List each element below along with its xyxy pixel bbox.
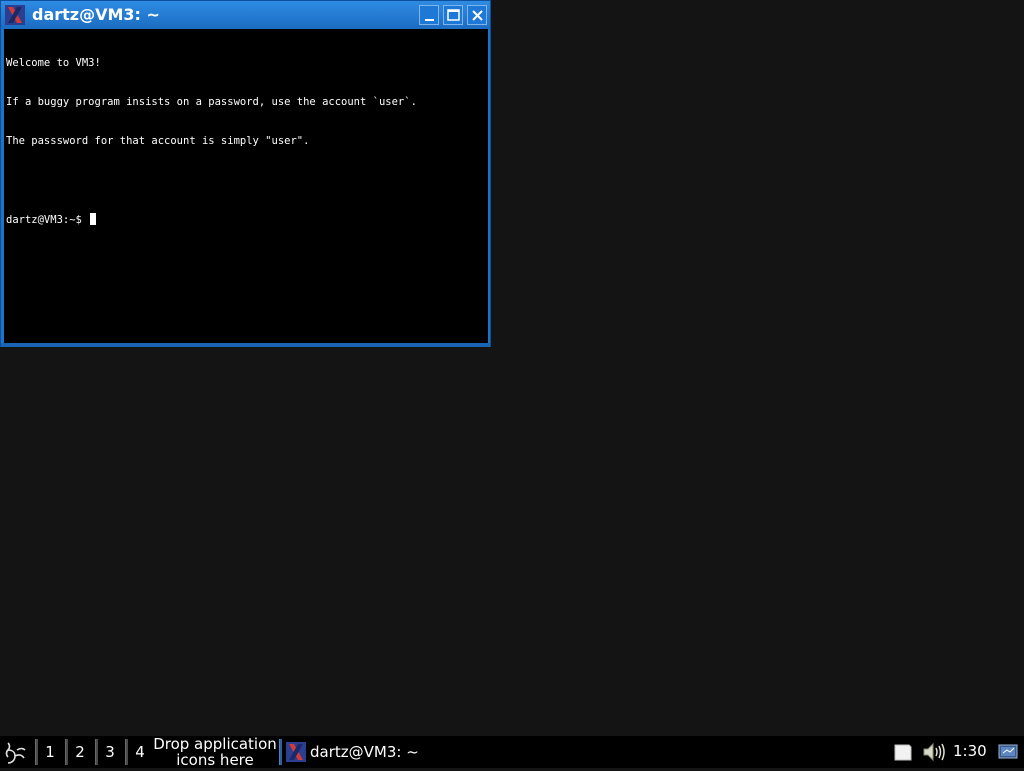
file-icon[interactable] [893, 742, 913, 762]
launcher-drop-area[interactable]: Drop application icons here [150, 736, 280, 768]
text-cursor [90, 213, 97, 225]
shell-prompt: dartz@VM3:~$ [6, 214, 89, 226]
volume-icon[interactable] [922, 741, 946, 763]
x-terminal-icon [286, 742, 306, 762]
desktop-4-button[interactable]: 4 [128, 739, 152, 765]
maximize-icon [447, 9, 460, 21]
start-menu-button[interactable] [2, 739, 30, 767]
x-terminal-icon [5, 5, 25, 25]
terminal-line: Welcome to VM3! [6, 57, 101, 69]
terminal-line: If a buggy program insists on a password… [6, 96, 417, 108]
close-button[interactable] [467, 5, 487, 25]
terminal-line: The passsword for that account is simply… [6, 135, 310, 147]
start-menu-icon [5, 742, 26, 764]
desktop-2-button[interactable]: 2 [68, 739, 92, 765]
close-icon [472, 10, 483, 21]
desktop: dartz@VM3: ~ Welcome to VM3! If a buggy … [0, 0, 1024, 736]
network-icon[interactable] [998, 743, 1018, 761]
launcher-hint-line: Drop application [153, 735, 277, 753]
window-resize-border[interactable] [1, 343, 490, 347]
desktop-1-button[interactable]: 1 [38, 739, 62, 765]
desktop-3-button[interactable]: 3 [98, 739, 122, 765]
taskbar-item-label: dartz@VM3: ~ [310, 743, 419, 761]
terminal-prompt-line[interactable]: dartz@VM3:~$ [6, 213, 486, 226]
taskbar-item-terminal[interactable]: dartz@VM3: ~ [282, 738, 442, 766]
title-bar[interactable]: dartz@VM3: ~ [1, 1, 490, 29]
minimize-button[interactable] [419, 5, 439, 25]
terminal-output[interactable]: Welcome to VM3! If a buggy program insis… [4, 29, 488, 343]
maximize-button[interactable] [443, 5, 463, 25]
launcher-hint-line: icons here [176, 751, 254, 769]
terminal-window[interactable]: dartz@VM3: ~ Welcome to VM3! If a buggy … [0, 0, 491, 347]
window-title: dartz@VM3: ~ [32, 5, 160, 24]
minimize-icon [425, 19, 434, 21]
taskbar: 1 2 3 4 Drop application icons here dart… [0, 736, 1024, 768]
clock[interactable]: 1:30 [953, 741, 987, 761]
